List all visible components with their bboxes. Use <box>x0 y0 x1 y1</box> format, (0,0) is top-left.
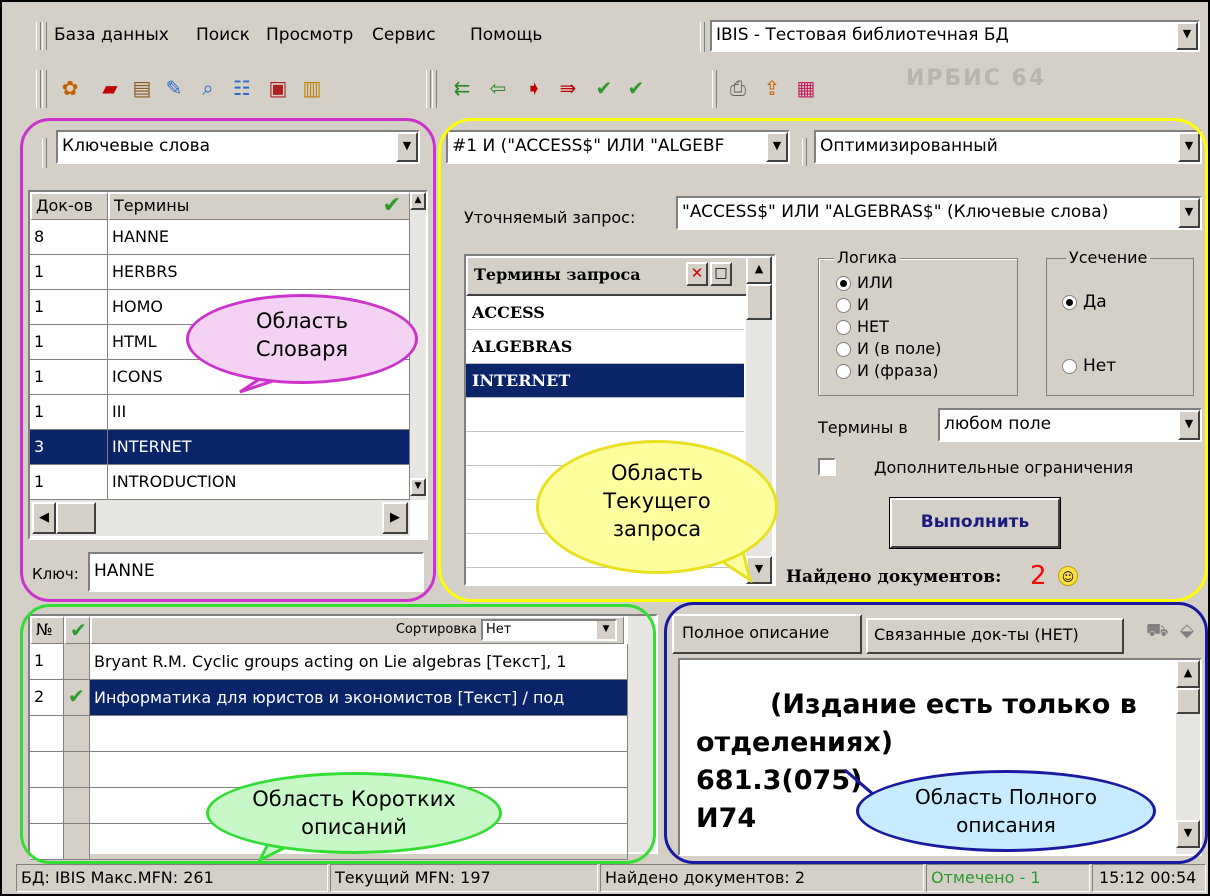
status-marked: Отмечено - 1 <box>926 864 1090 892</box>
query-callout: Область Текущего запроса <box>536 440 778 574</box>
full-callout: Область Полного описания <box>856 770 1156 852</box>
dict-callout: Область Словаря <box>186 294 418 384</box>
status-db: БД: IBIS Макс.MFN: 261 <box>16 864 328 892</box>
status-current-mfn: Текущий MFN: 197 <box>330 864 598 892</box>
status-time: 15:12 00:54 <box>1092 864 1206 892</box>
status-found: Найдено документов: 2 <box>600 864 924 892</box>
short-callout: Область Коротких описаний <box>206 772 502 854</box>
